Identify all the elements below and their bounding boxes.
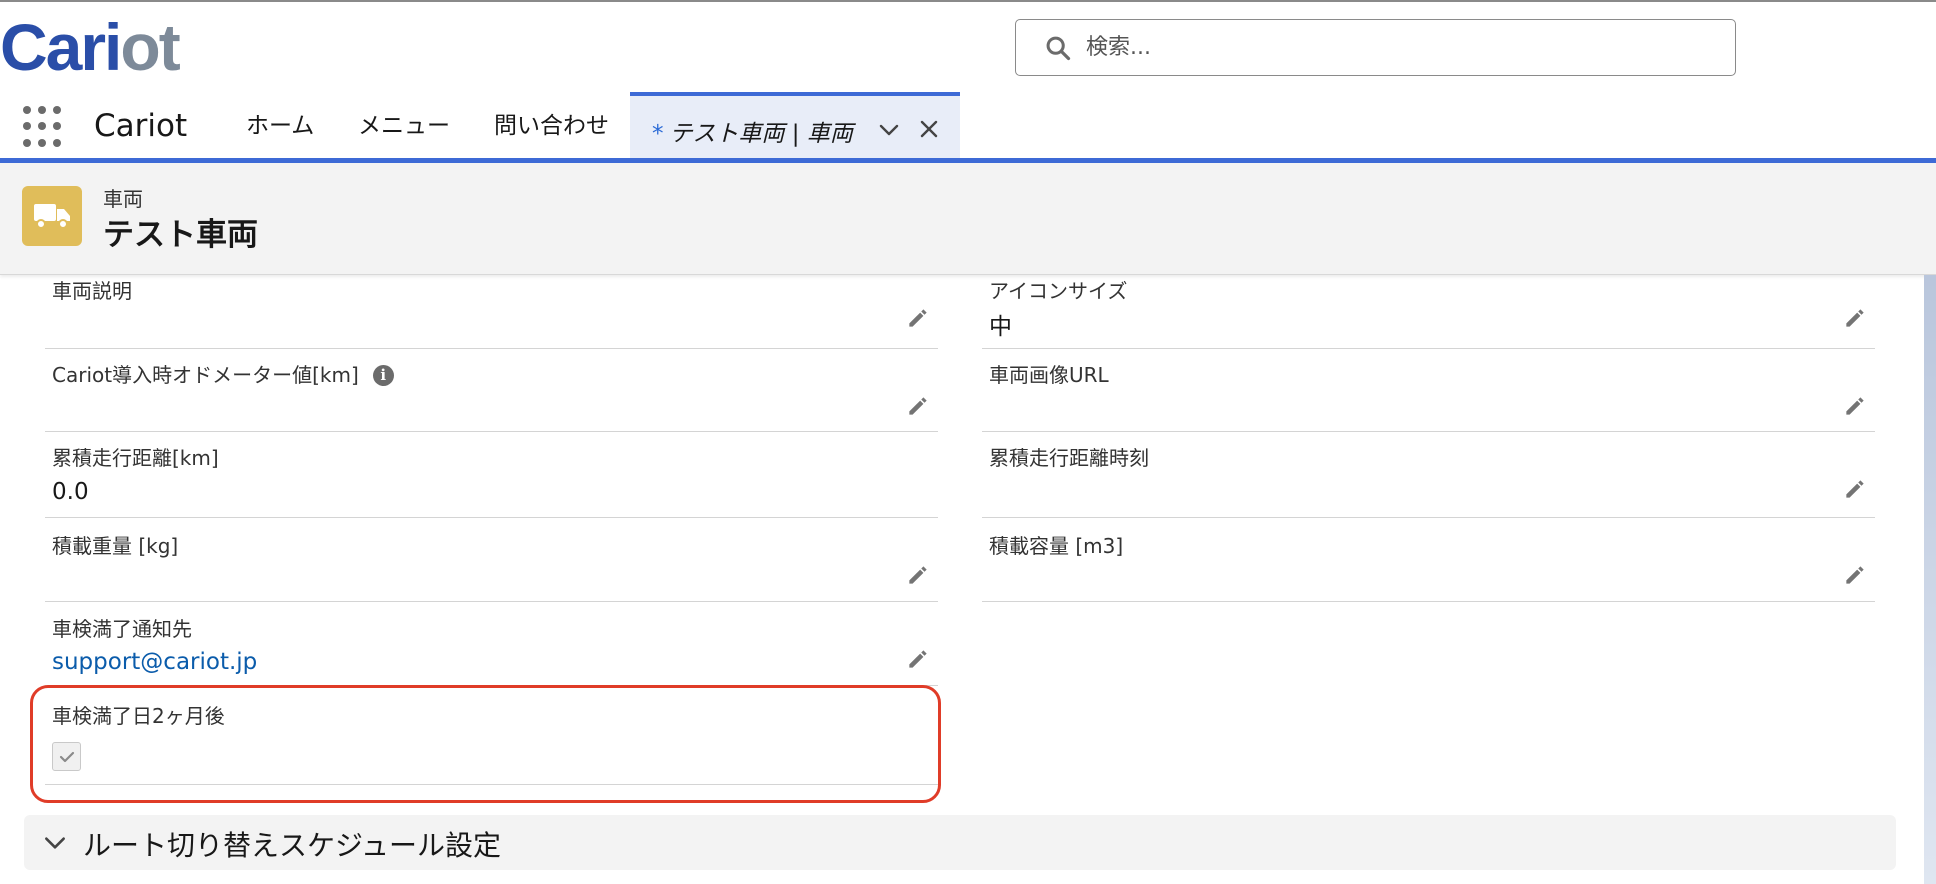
record-title: テスト車両 <box>103 217 258 253</box>
record-header: 車両 テスト車両 <box>0 163 1936 275</box>
search-input[interactable] <box>1086 35 1686 60</box>
truck-icon <box>34 204 70 229</box>
nav-item-home[interactable]: ホーム <box>246 108 314 144</box>
field-icon-size: アイコンサイズ 中 <box>982 275 1875 349</box>
scrollbar[interactable] <box>1924 275 1936 884</box>
window-top-border <box>0 0 1936 2</box>
field-initial-odometer: Cariot導入時オドメーター値[km] i <box>45 349 938 432</box>
tab-label: * テスト車両 | 車両 <box>652 114 853 148</box>
field-label: 車両説明 <box>52 279 132 303</box>
search-icon <box>1046 36 1071 60</box>
logo-part-3: ot <box>120 10 180 84</box>
nav-item-menu[interactable]: メニュー <box>358 108 450 144</box>
info-icon[interactable]: i <box>372 365 394 386</box>
email-link[interactable]: support@cariot.jp <box>52 649 257 675</box>
field-label: 累積走行距離時刻 <box>989 446 1149 470</box>
field-total-distance: 累積走行距離[km] 0.0 <box>45 432 938 518</box>
field-label: 累積走行距離[km] <box>52 446 219 470</box>
field-value: 0.0 <box>52 479 89 505</box>
field-vehicle-image-url: 車両画像URL <box>982 349 1875 432</box>
chevron-down-icon[interactable] <box>877 118 901 142</box>
annotation-highlight <box>30 685 941 803</box>
field-label: Cariot導入時オドメーター値[km] i <box>52 359 394 388</box>
field-total-distance-time: 累積走行距離時刻 <box>982 432 1875 518</box>
pencil-icon[interactable] <box>1842 476 1868 502</box>
field-label: アイコンサイズ <box>989 279 1128 303</box>
field-label: 積載重量 [kg] <box>52 534 179 558</box>
nav-item-inquiry[interactable]: 問い合わせ <box>494 108 609 144</box>
pencil-icon[interactable] <box>1842 562 1868 588</box>
close-icon[interactable] <box>917 117 941 141</box>
pencil-icon[interactable] <box>905 393 931 419</box>
pencil-icon[interactable] <box>1842 393 1868 419</box>
cariot-logo[interactable]: Ca ri ot <box>0 10 181 84</box>
app-name: Cariot <box>94 108 188 144</box>
pencil-icon[interactable] <box>905 305 931 331</box>
pencil-icon[interactable] <box>905 646 931 672</box>
field-label: 車両画像URL <box>989 363 1109 387</box>
record-object-type: 車両 <box>103 187 143 211</box>
section-route-switch-schedule[interactable]: ルート切り替えスケジュール設定 <box>24 815 1896 870</box>
logo-part-1: Ca <box>0 10 82 84</box>
logo-part-2: ri <box>80 10 122 84</box>
unsaved-marker: * <box>652 121 664 147</box>
field-load-weight: 積載重量 [kg] <box>45 518 938 602</box>
app-launcher-icon[interactable] <box>23 106 65 148</box>
tab-title: テスト車両 | 車両 <box>669 121 853 147</box>
global-search[interactable] <box>1015 19 1736 76</box>
field-label-text: Cariot導入時オドメーター値[km] <box>52 363 359 387</box>
field-label: 車検満了通知先 <box>52 617 192 641</box>
chevron-down-icon[interactable] <box>42 830 68 856</box>
field-inspection-notify-to: 車検満了通知先 support@cariot.jp <box>45 602 938 686</box>
field-vehicle-description: 車両説明 <box>45 275 938 349</box>
tab-test-vehicle[interactable]: * テスト車両 | 車両 <box>630 92 960 158</box>
section-title: ルート切り替えスケジュール設定 <box>83 829 502 862</box>
pencil-icon[interactable] <box>905 562 931 588</box>
pencil-icon[interactable] <box>1842 305 1868 331</box>
field-load-capacity: 積載容量 [m3] <box>982 518 1875 602</box>
field-label: 積載容量 [m3] <box>989 534 1124 558</box>
field-value: 中 <box>989 314 1012 340</box>
record-icon <box>22 186 82 246</box>
